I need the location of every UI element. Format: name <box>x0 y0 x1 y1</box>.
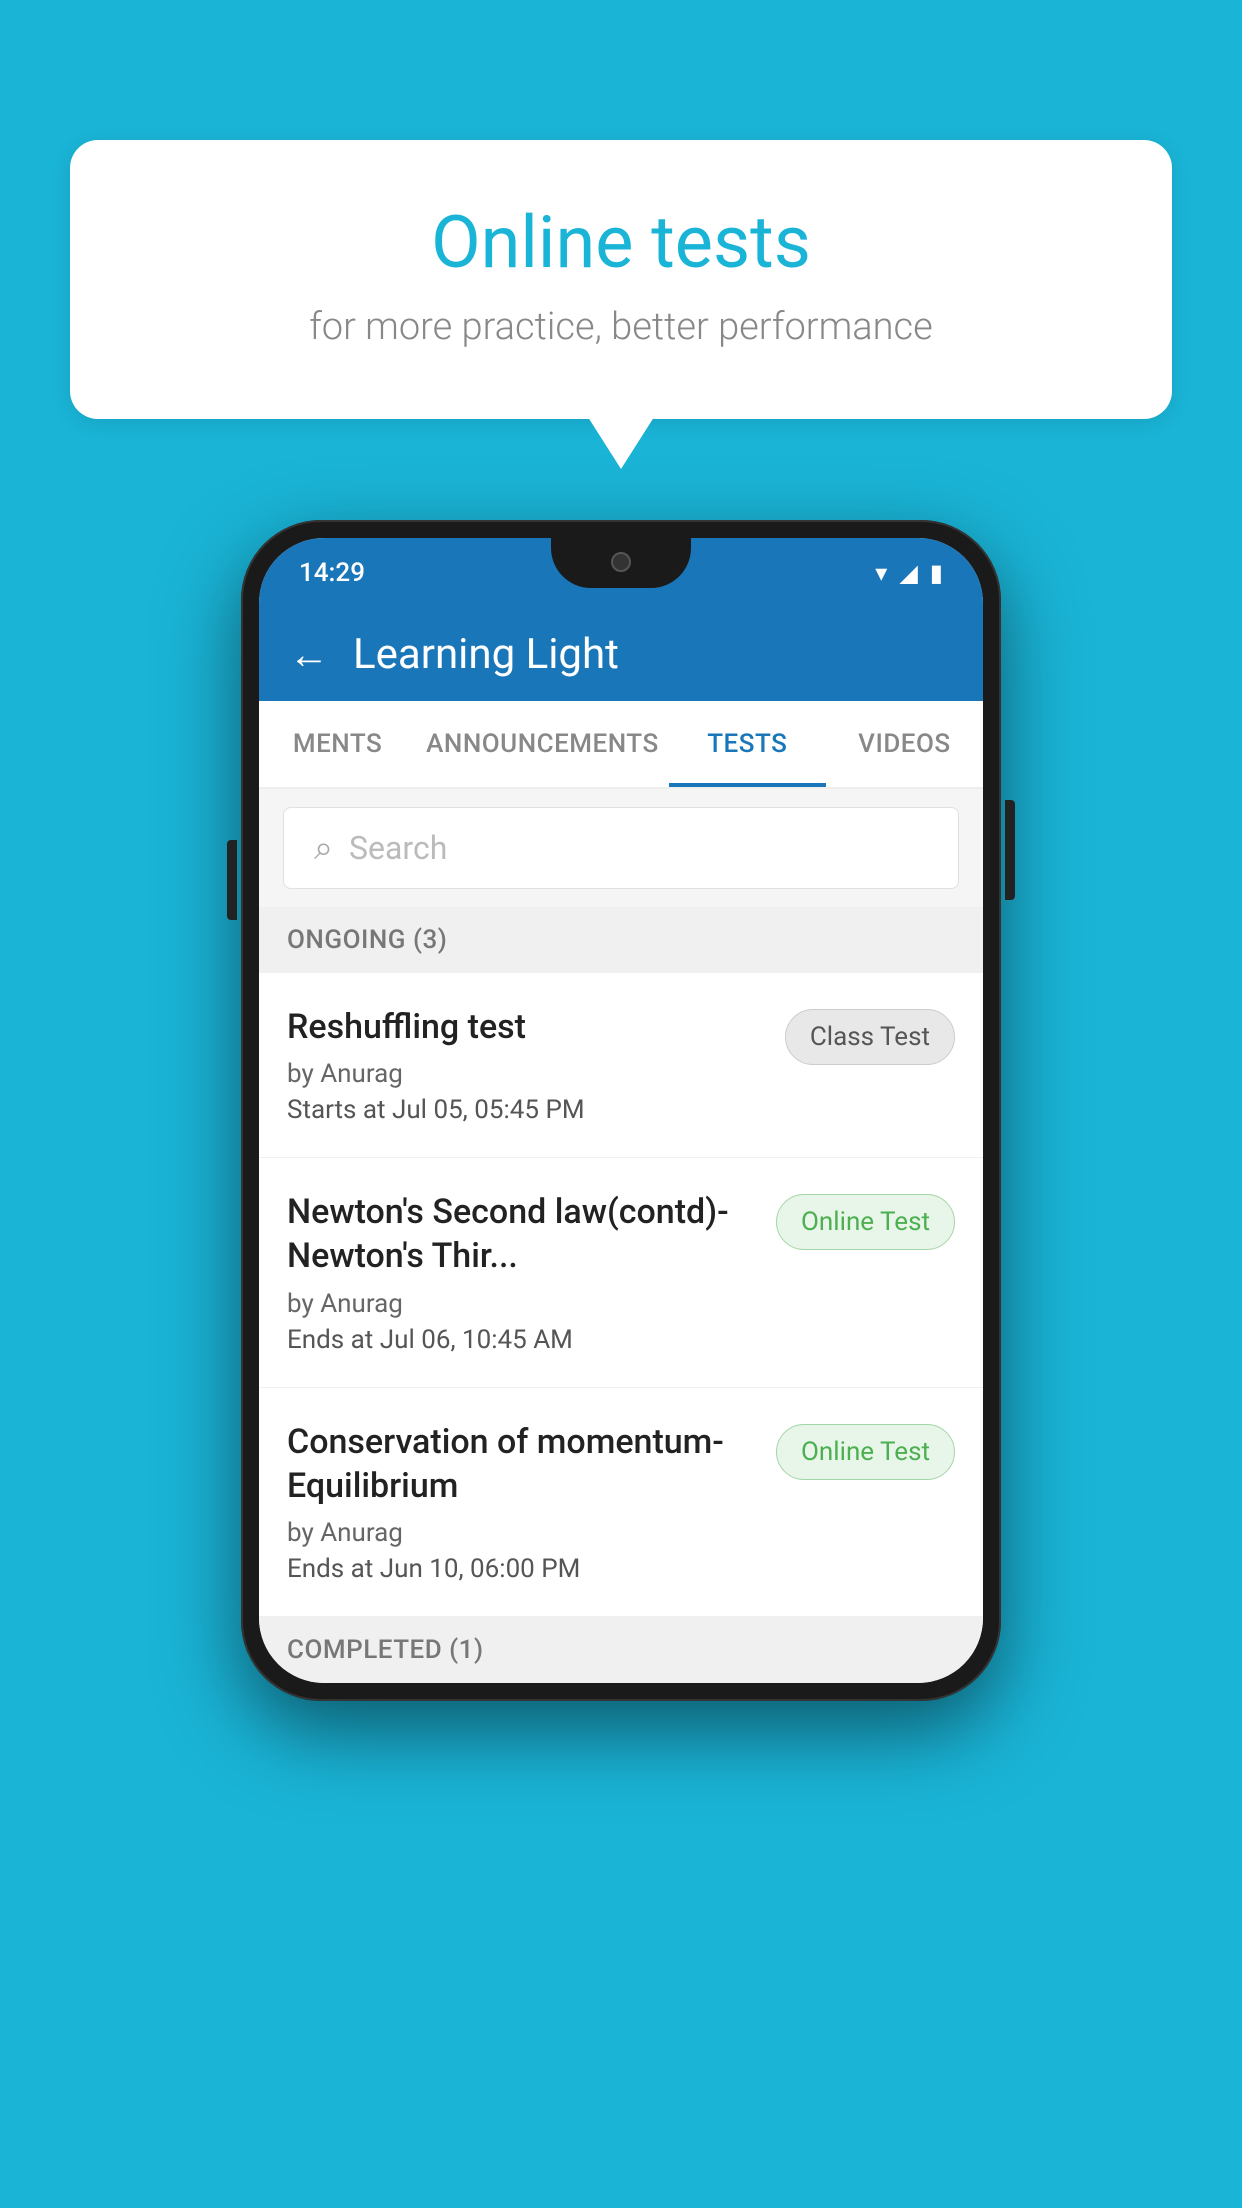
signal-icon: ◢ <box>899 559 917 587</box>
test-info-3: Conservation of momentum-Equilibrium by … <box>287 1420 776 1584</box>
tab-tests[interactable]: TESTS <box>669 701 826 787</box>
test-date-3: Ends at Jun 10, 06:00 PM <box>287 1554 756 1584</box>
back-button[interactable]: ← <box>289 631 329 678</box>
test-date-1: Starts at Jul 05, 05:45 PM <box>287 1095 765 1125</box>
completed-title: COMPLETED (1) <box>287 1635 484 1665</box>
search-placeholder: Search <box>349 829 447 867</box>
status-time: 14:29 <box>299 558 365 588</box>
phone-mockup: 14:29 ▾ ◢ ▮ ← Learning Light MENTS ANNOU… <box>241 520 1001 1701</box>
test-item-conservation[interactable]: Conservation of momentum-Equilibrium by … <box>259 1388 983 1617</box>
test-item-reshuffling[interactable]: Reshuffling test by Anurag Starts at Jul… <box>259 973 983 1158</box>
test-badge-class: Class Test <box>785 1009 955 1065</box>
phone-screen: 14:29 ▾ ◢ ▮ ← Learning Light MENTS ANNOU… <box>259 538 983 1683</box>
test-badge-online-1: Online Test <box>776 1194 955 1250</box>
test-item-newton[interactable]: Newton's Second law(contd)-Newton's Thir… <box>259 1158 983 1387</box>
phone-frame: 14:29 ▾ ◢ ▮ ← Learning Light MENTS ANNOU… <box>241 520 1001 1701</box>
battery-icon: ▮ <box>930 559 943 587</box>
completed-section-header: COMPLETED (1) <box>259 1617 983 1683</box>
test-info-1: Reshuffling test by Anurag Starts at Jul… <box>287 1005 785 1125</box>
notch <box>551 538 691 588</box>
app-header: ← Learning Light <box>259 608 983 701</box>
bubble-subtitle: for more practice, better performance <box>150 305 1092 349</box>
test-name-2: Newton's Second law(contd)-Newton's Thir… <box>287 1190 756 1278</box>
test-date-2: Ends at Jul 06, 10:45 AM <box>287 1325 756 1355</box>
status-icons: ▾ ◢ ▮ <box>875 559 943 587</box>
promo-section: Online tests for more practice, better p… <box>70 140 1172 419</box>
test-info-2: Newton's Second law(contd)-Newton's Thir… <box>287 1190 776 1354</box>
tab-ments[interactable]: MENTS <box>259 701 416 787</box>
test-list: Reshuffling test by Anurag Starts at Jul… <box>259 973 983 1617</box>
ongoing-title: ONGOING (3) <box>287 925 447 955</box>
tabs-bar: MENTS ANNOUNCEMENTS TESTS VIDEOS <box>259 701 983 789</box>
app-title: Learning Light <box>353 630 619 679</box>
test-name-1: Reshuffling test <box>287 1005 765 1049</box>
test-author-1: by Anurag <box>287 1059 765 1089</box>
status-bar: 14:29 ▾ ◢ ▮ <box>259 538 983 608</box>
speech-bubble: Online tests for more practice, better p… <box>70 140 1172 419</box>
wifi-icon: ▾ <box>875 559 887 587</box>
tab-announcements[interactable]: ANNOUNCEMENTS <box>416 701 669 787</box>
test-author-2: by Anurag <box>287 1289 756 1319</box>
search-icon: ⌕ <box>314 828 333 868</box>
ongoing-section-header: ONGOING (3) <box>259 907 983 973</box>
bubble-title: Online tests <box>150 200 1092 285</box>
test-author-3: by Anurag <box>287 1518 756 1548</box>
test-name-3: Conservation of momentum-Equilibrium <box>287 1420 756 1508</box>
search-container: ⌕ Search <box>259 789 983 907</box>
search-bar[interactable]: ⌕ Search <box>283 807 959 889</box>
tab-videos[interactable]: VIDEOS <box>826 701 983 787</box>
test-badge-online-2: Online Test <box>776 1424 955 1480</box>
camera-lens <box>611 552 631 572</box>
